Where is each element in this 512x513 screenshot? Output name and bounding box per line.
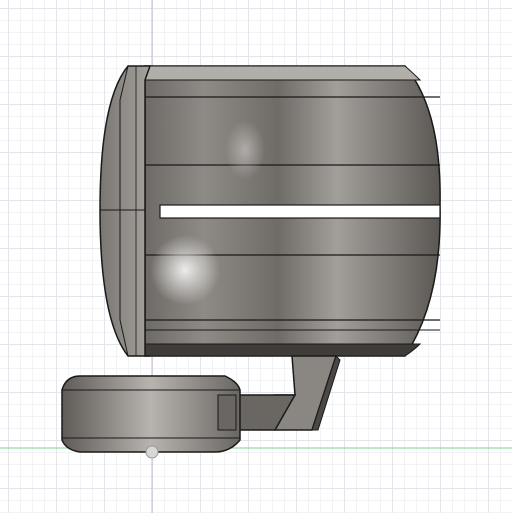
slot[interactable]	[159, 204, 441, 219]
3d-viewport[interactable]	[0, 0, 512, 513]
base-disk[interactable]	[61, 375, 241, 453]
end-cap[interactable]	[99, 65, 152, 357]
origin-marker[interactable]	[145, 445, 159, 459]
model-canvas[interactable]	[0, 0, 512, 513]
